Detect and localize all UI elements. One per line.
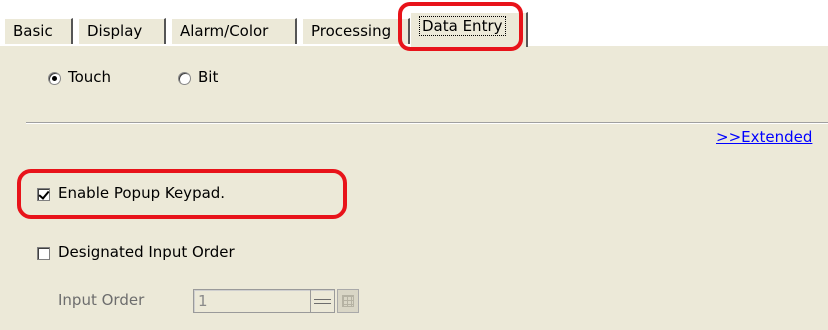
properties-panel: Basic Display Alarm/Color Processing Dat…: [0, 0, 828, 330]
enable-popup-keypad-checkbox[interactable]: [37, 188, 50, 201]
spin-down-line: [314, 303, 331, 304]
tab-basic[interactable]: Basic: [4, 18, 73, 44]
input-order-label: Input Order: [58, 291, 145, 309]
enable-popup-keypad-label[interactable]: Enable Popup Keypad.: [58, 184, 225, 202]
tab-processing[interactable]: Processing: [302, 18, 410, 44]
tab-display-label: Display: [87, 22, 143, 40]
spin-up-line: [314, 299, 331, 300]
touch-radio[interactable]: [48, 72, 61, 85]
tab-basic-label: Basic: [13, 22, 53, 40]
extended-link[interactable]: >>Extended: [716, 128, 812, 146]
tab-alarm-color-label: Alarm/Color: [180, 22, 269, 40]
designated-input-order-label[interactable]: Designated Input Order: [58, 243, 235, 261]
section-divider: [26, 122, 828, 124]
tab-data-entry-label: Data Entry: [419, 16, 506, 36]
tab-processing-label: Processing: [311, 22, 392, 40]
tab-strip: Basic Display Alarm/Color Processing Dat…: [0, 0, 828, 47]
designated-input-order-checkbox[interactable]: [37, 247, 50, 260]
tab-display[interactable]: Display: [78, 18, 166, 44]
bit-radio-label[interactable]: Bit: [198, 68, 218, 86]
keypad-button[interactable]: [337, 289, 359, 313]
touch-radio-label[interactable]: Touch: [68, 68, 111, 86]
input-order-spin-button[interactable]: [310, 290, 334, 312]
tab-data-entry[interactable]: Data Entry: [410, 12, 528, 47]
bit-radio[interactable]: [178, 72, 191, 85]
keypad-grid-icon: [342, 295, 354, 307]
input-order-value: 1: [198, 292, 208, 310]
tab-alarm-color[interactable]: Alarm/Color: [171, 18, 297, 44]
